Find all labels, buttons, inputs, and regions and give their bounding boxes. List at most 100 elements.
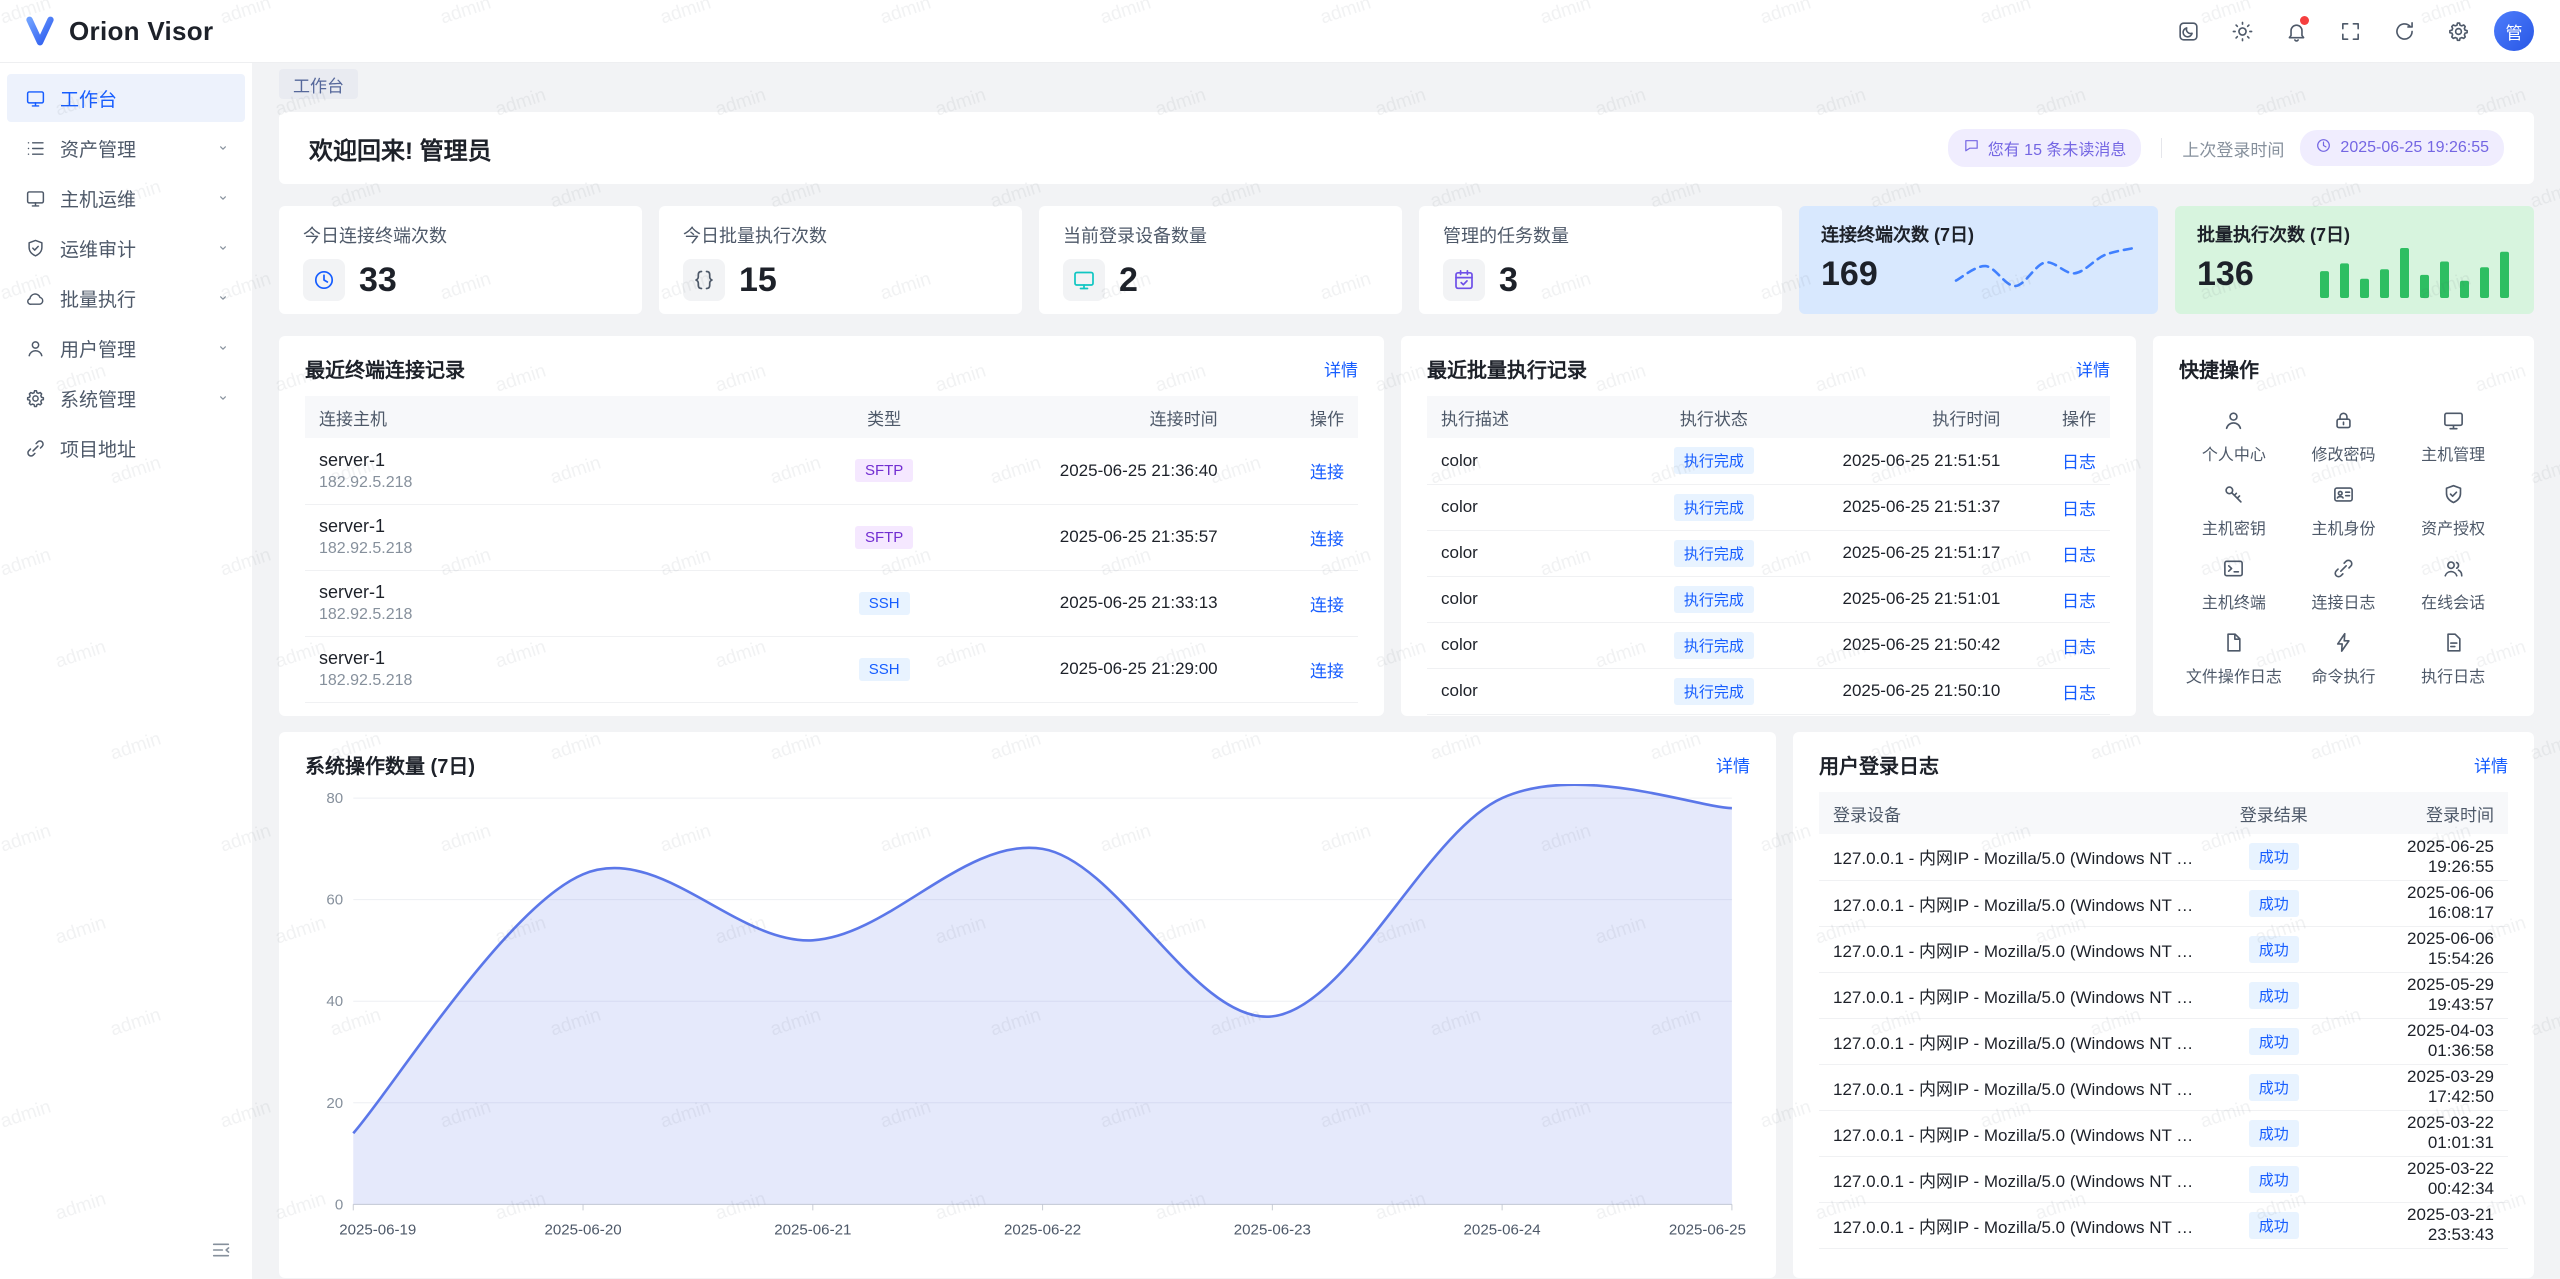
notification-button[interactable] (2276, 11, 2316, 51)
terminal-trend-card: 连接终端次数 (7日)169 (1799, 206, 2158, 314)
settings-button[interactable] (2438, 11, 2478, 51)
message-icon-wrap (1963, 137, 1980, 159)
sidebar-collapse-button[interactable] (210, 1239, 236, 1265)
log-link[interactable]: 日志 (2062, 592, 2096, 611)
batch-row: color执行完成2025-06-25 21:51:37日志 (1427, 484, 2110, 530)
brightness-button[interactable] (2222, 11, 2262, 51)
quick-action-9[interactable]: 在线会话 (2398, 548, 2508, 622)
batch-trend-card: 批量执行次数 (7日)136 (2175, 206, 2534, 314)
svg-text:20: 20 (326, 1095, 343, 1112)
refresh-button[interactable] (2384, 11, 2424, 51)
quick-action-2[interactable]: 修改密码 (2289, 400, 2399, 474)
cloud-icon (25, 288, 46, 309)
quick-action-1[interactable]: 个人中心 (2179, 400, 2289, 474)
clock-icon (312, 268, 336, 292)
sidebar-item-3[interactable]: 主机运维 (7, 174, 245, 222)
login-time: 2025-06-06 15:54:26 (2336, 926, 2508, 972)
quick-action-3[interactable]: 主机管理 (2398, 400, 2508, 474)
login-time: 2025-03-22 00:42:34 (2336, 1156, 2508, 1202)
unread-messages-chip[interactable]: 您有 15 条未读消息 (1948, 129, 2142, 167)
exec-desc: color (1427, 622, 1632, 668)
quick-action-label: 主机管理 (2421, 441, 2485, 465)
theme-button[interactable] (2168, 11, 2208, 51)
stat-value: 2 (1119, 261, 1138, 300)
sidebar-item-label: 运维审计 (60, 235, 136, 262)
quick-action-10[interactable]: 文件操作日志 (2179, 622, 2289, 696)
quick-action-7[interactable]: 主机终端 (2179, 548, 2289, 622)
quick-action-11[interactable]: 命令执行 (2289, 622, 2399, 696)
log-link[interactable]: 日志 (2062, 546, 2096, 565)
exec-status-badge: 执行完成 (1674, 678, 1754, 705)
batch-row: color执行完成2025-06-25 21:50:42日志 (1427, 622, 2110, 668)
host-name: server-1 (319, 648, 796, 669)
connect-link[interactable]: 连接 (1310, 662, 1344, 681)
gear-icon (25, 388, 46, 409)
exec-time: 2025-06-25 21:51:37 (1796, 484, 2015, 530)
quick-action-8[interactable]: 连接日志 (2289, 548, 2399, 622)
sidebar-item-4[interactable]: 运维审计 (7, 224, 245, 272)
sidebar-item-1[interactable]: 工作台 (7, 74, 245, 122)
chart-detail-link[interactable]: 详情 (1716, 752, 1750, 777)
type-badge: SSH (859, 658, 910, 681)
stats-row: 今日连接终端次数33今日批量执行次数15当前登录设备数量2管理的任务数量3连接终… (279, 206, 2534, 314)
column-header: 连接主机 (305, 396, 810, 438)
quick-action-6[interactable]: 资产授权 (2398, 474, 2508, 548)
last-login-label: 上次登录时间 (2182, 136, 2284, 161)
quick-actions-panel: 快捷操作 个人中心修改密码主机管理主机密钥主机身份资产授权主机终端连接日志在线会… (2153, 336, 2534, 716)
sidebar-item-8[interactable]: 项目地址 (7, 424, 245, 472)
sidebar-item-label: 批量执行 (60, 285, 136, 312)
login-result-badge: 成功 (2249, 982, 2299, 1009)
terminal-table: 连接主机类型连接时间操作server-1182.92.5.218SFTP2025… (305, 396, 1358, 703)
quick-action-label: 主机身份 (2311, 515, 2375, 539)
last-login-time-chip: 2025-06-25 19:26:55 (2300, 130, 2504, 166)
breadcrumb[interactable]: 工作台 (279, 69, 358, 99)
exec-time: 2025-06-25 21:51:17 (1796, 530, 2015, 576)
sidebar-item-7[interactable]: 系统管理 (7, 374, 245, 422)
quick-action-label: 连接日志 (2311, 589, 2375, 613)
batch-detail-link[interactable]: 详情 (2076, 356, 2110, 381)
main-content: 工作台 欢迎回来! 管理员 您有 15 条未读消息 上次登录时间 2025-06… (253, 62, 2560, 1279)
fullscreen-button[interactable] (2330, 11, 2370, 51)
key-icon (2222, 483, 2245, 506)
log-link[interactable]: 日志 (2062, 638, 2096, 657)
quick-action-5[interactable]: 主机身份 (2289, 474, 2399, 548)
sidebar-item-5[interactable]: 批量执行 (7, 274, 245, 322)
logo: Orion Visor (22, 13, 213, 49)
login-detail-link[interactable]: 详情 (2474, 752, 2508, 777)
column-header: 操作 (1232, 396, 1358, 438)
login-time: 2025-05-29 19:43:57 (2336, 972, 2508, 1018)
column-header: 登录结果 (2212, 792, 2336, 834)
sidebar-item-label: 主机运维 (60, 185, 136, 212)
user-avatar[interactable]: 管 (2494, 11, 2534, 51)
fullscreen-icon (2339, 20, 2362, 43)
sidebar-item-6[interactable]: 用户管理 (7, 324, 245, 372)
quick-action-label: 文件操作日志 (2186, 663, 2282, 687)
bar-sparkline (2316, 242, 2516, 300)
login-result-badge: 成功 (2249, 1074, 2299, 1101)
sidebar-item-2[interactable]: 资产管理 (7, 124, 245, 172)
app-root: Orion Visor 管 工作台资产管理主机运维运维审计批量执行用户管理系统管… (0, 0, 2560, 1279)
log-link[interactable]: 日志 (2062, 684, 2096, 703)
connect-link[interactable]: 连接 (1310, 463, 1344, 482)
login-result-badge: 成功 (2249, 843, 2299, 870)
log-link[interactable]: 日志 (2062, 453, 2096, 472)
column-header: 操作 (2014, 396, 2110, 438)
exec-status-badge: 执行完成 (1674, 632, 1754, 659)
quick-action-4[interactable]: 主机密钥 (2179, 474, 2289, 548)
connect-link[interactable]: 连接 (1310, 530, 1344, 549)
login-device: 127.0.0.1 - 内网IP - Mozilla/5.0 (Windows … (1819, 1156, 2212, 1202)
shield-icon (2442, 483, 2465, 506)
login-row: 127.0.0.1 - 内网IP - Mozilla/5.0 (Windows … (1819, 1202, 2508, 1248)
welcome-banner: 欢迎回来! 管理员 您有 15 条未读消息 上次登录时间 2025-06-25 … (279, 112, 2534, 184)
exec-status-badge: 执行完成 (1674, 540, 1754, 567)
connect-link[interactable]: 连接 (1310, 596, 1344, 615)
quick-action-label: 个人中心 (2202, 441, 2266, 465)
log-link[interactable]: 日志 (2062, 500, 2096, 519)
stat-label: 当前登录设备数量 (1063, 222, 1378, 248)
terminal-detail-link[interactable]: 详情 (1324, 356, 1358, 381)
quick-action-12[interactable]: 执行日志 (2398, 622, 2508, 696)
quick-action-label: 修改密码 (2311, 441, 2375, 465)
login-device: 127.0.0.1 - 内网IP - Mozilla/5.0 (Windows … (1819, 1110, 2212, 1156)
login-result-badge: 成功 (2249, 1028, 2299, 1055)
chevron-down-icon (215, 140, 231, 156)
